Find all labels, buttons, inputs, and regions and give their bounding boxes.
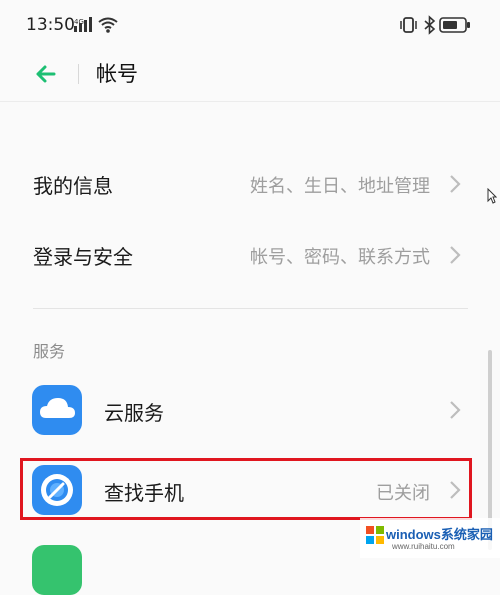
login-security-label: 登录与安全 [33, 245, 133, 269]
header-divider [78, 64, 79, 84]
mouse-cursor-icon [487, 188, 497, 204]
status-bar: 13:50 4G [0, 0, 500, 52]
login-security-row[interactable]: 登录与安全 帐号、密码、联系方式 [0, 229, 500, 281]
battery-icon [439, 17, 470, 33]
network-type-label: 4G [74, 18, 84, 26]
vibrate-icon [400, 17, 417, 33]
back-button[interactable] [30, 58, 62, 90]
header-separator [0, 101, 500, 102]
my-info-value: 姓名、生日、地址管理 [250, 176, 430, 197]
cloud-service-label: 云服务 [104, 401, 164, 425]
section-title-services: 服务 [33, 342, 66, 361]
cloud-service-row[interactable]: 云服务 [0, 382, 500, 438]
watermark-text: windows系统家园 [386, 527, 493, 542]
signal-icons: 4G [74, 16, 124, 38]
my-info-row[interactable]: 我的信息 姓名、生日、地址管理 [0, 158, 500, 210]
status-time: 13:50 [26, 15, 75, 35]
my-info-label: 我的信息 [33, 174, 113, 198]
next-app-icon [32, 545, 82, 595]
chevron-right-icon [450, 246, 461, 264]
wifi-icon [98, 17, 118, 33]
windows-logo-icon [366, 526, 384, 544]
cloud-icon [32, 385, 82, 435]
chevron-right-icon [450, 175, 461, 193]
page-title: 帐号 [96, 62, 138, 86]
system-icons [400, 15, 472, 39]
chevron-right-icon [450, 401, 461, 419]
watermark-url: www.ruihaitu.com [392, 542, 455, 551]
watermark: windows系统家园 www.ruihaitu.com [360, 518, 500, 558]
back-arrow-icon [36, 65, 56, 83]
header: 帐号 [0, 52, 500, 100]
login-security-value: 帐号、密码、联系方式 [250, 247, 430, 268]
highlight-box [20, 458, 472, 520]
section-divider [33, 308, 468, 309]
bluetooth-icon [424, 15, 436, 35]
